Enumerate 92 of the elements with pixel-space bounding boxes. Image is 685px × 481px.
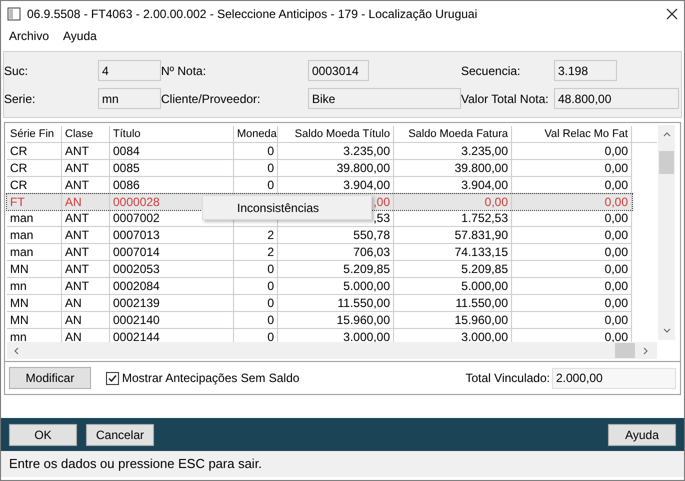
table-cell: 11.550,00 (456, 295, 508, 311)
table-cell: CR (10, 143, 28, 159)
table-cell: 0002140 (113, 312, 160, 328)
table-cell: AN (65, 194, 82, 210)
table-cell: man (10, 227, 34, 243)
table-cell: 39.800,00 (454, 160, 508, 176)
table-cell: 0000028 (113, 194, 160, 210)
table-cell: 0 (267, 295, 274, 311)
table-cell: 0,00 (604, 278, 628, 294)
table-cell: ,53 (373, 210, 390, 226)
table-cell: 550,78 (353, 227, 390, 243)
table-cell: 2 (267, 227, 274, 243)
table-cell: 0,00 (604, 210, 628, 226)
table-cell: 3.235,00 (343, 143, 390, 159)
table-cell: 0,00 (604, 177, 628, 193)
table-cell: 0002144 (113, 329, 160, 345)
table-cell: ,00 (373, 194, 390, 210)
table-cell: 11.550,00 (338, 295, 390, 311)
table-cell: 0007014 (113, 244, 160, 260)
table-cell: 0 (267, 160, 274, 176)
table-cell: ANT (65, 177, 89, 193)
table-cell: 0 (267, 261, 274, 277)
table-cell: 0086 (113, 177, 140, 193)
field-label: Valor Total Nota: (461, 90, 549, 108)
table-cell: 0,00 (604, 329, 628, 345)
table-cell: 0,00 (604, 295, 628, 311)
table-cell: ANT (65, 261, 89, 277)
table-cell: 0,00 (484, 194, 508, 210)
table-cell: ANT (65, 227, 89, 243)
table-cell: 0007013 (113, 227, 160, 243)
table-cell: 1.752,53 (461, 210, 508, 226)
table-cell: 15.960,00 (454, 312, 508, 328)
table-cell: mn (10, 329, 27, 345)
table-cell: 0,00 (604, 312, 628, 328)
table-cell: 15.960,00 (336, 312, 390, 328)
table-cell: 0084 (113, 143, 140, 159)
status-text: Entre os dados ou pressione ESC para sair. (9, 455, 262, 474)
table-cell: ANT (65, 143, 89, 159)
field-label: Serie: (4, 90, 36, 108)
table-cell: 0,00 (604, 194, 628, 210)
field-label: Cliente/Proveedor: (161, 90, 260, 108)
table-cell: ANT (65, 160, 89, 176)
checkbox-label: Mostrar Antecipações Sem Saldo (122, 370, 300, 387)
table-cell: 57.831,90 (454, 227, 508, 243)
table-cell: 0002053 (113, 261, 160, 277)
table-cell: AN (65, 295, 82, 311)
field-label: Secuencia: (461, 62, 520, 80)
table-cell: 39.800,00 (336, 160, 390, 176)
table-cell: 5.209,85 (461, 261, 508, 277)
table-cell: 3.235,00 (461, 143, 508, 159)
table-cell: 5.000,00 (461, 278, 508, 294)
table-cell: 0,00 (604, 160, 628, 176)
table-cell: 0,00 (604, 227, 628, 243)
table-cell: CR (10, 160, 28, 176)
table-cell: ANT (65, 244, 89, 260)
table-cell: MN (10, 295, 29, 311)
table-cell: 0 (267, 143, 274, 159)
table-cell: man (10, 244, 34, 260)
table-cell: 3.000,00 (343, 329, 390, 345)
table-cell: 3.904,00 (461, 177, 508, 193)
table-cell: 2 (267, 244, 274, 260)
table-cell: 3.904,00 (343, 177, 390, 193)
table-cell: 0,00 (604, 261, 628, 277)
table-cell: 74.133,15 (454, 244, 508, 260)
field-label: Total Vinculado: (465, 370, 550, 387)
table-cell: 0,00 (604, 143, 628, 159)
table-cell: 0002084 (113, 278, 160, 294)
table-cell: CR (10, 177, 28, 193)
table-cell: mn (10, 278, 27, 294)
field-label: Nº Nota: (161, 62, 206, 80)
table-cell: 0 (267, 278, 274, 294)
table-cell: MN (10, 261, 29, 277)
table-cell: 0 (267, 177, 274, 193)
table-cell: AN (65, 312, 82, 328)
table-cell: 3.000,00 (461, 329, 508, 345)
table-cell: AN (65, 329, 82, 345)
table-cell: 0 (267, 329, 274, 345)
window-title: 06.9.5508 - FT4063 - 2.00.00.002 - Seleccione Anticipos - 179 - Localização Uruguai (27, 6, 478, 22)
table-cell: 5.000,00 (343, 278, 390, 294)
table-cell: 0085 (113, 160, 140, 176)
field-label: Suc: (4, 62, 28, 80)
table-cell: 0 (267, 312, 274, 328)
table-cell: ANT (65, 278, 89, 294)
table-cell: 0007002 (113, 210, 160, 226)
table-cell: FT (10, 194, 25, 210)
table-cell: ANT (65, 210, 89, 226)
table-cell: 0,00 (604, 244, 628, 260)
table-cell: 706,03 (353, 244, 390, 260)
table-cell: MN (10, 312, 29, 328)
table-cell: 0002139 (113, 295, 160, 311)
table-cell: man (10, 210, 34, 226)
table-cell: 5.209,85 (343, 261, 390, 277)
